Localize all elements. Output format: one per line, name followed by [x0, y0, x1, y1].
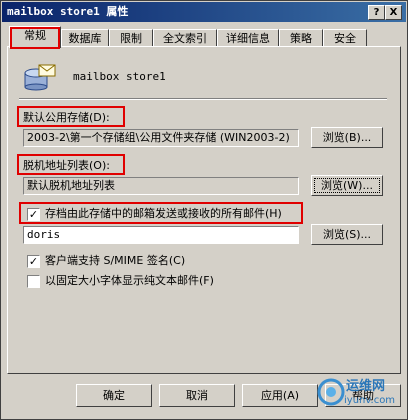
highlight-public-store [17, 106, 125, 127]
help-title-button[interactable]: ? [368, 5, 385, 20]
watermark: 运维网 iyunv.com [316, 369, 404, 415]
apply-button[interactable]: 应用(A) [242, 384, 318, 407]
highlight-tab-general [10, 27, 60, 49]
watermark-url: iyunv.com [344, 395, 396, 406]
smime-label[interactable]: 客户端支持 S/MIME 签名(C) [45, 254, 185, 268]
watermark-text: 运维网 [346, 379, 386, 394]
title-bar[interactable]: mailbox store1 属性 ? X [2, 2, 406, 22]
cancel-button[interactable]: 取消 [159, 384, 235, 407]
tab-limits[interactable]: 限制 [109, 29, 153, 47]
tab-policies[interactable]: 策略 [279, 29, 323, 47]
watermark-logo-icon [317, 378, 345, 406]
properties-dialog: mailbox store1 属性 ? X 常规 数据库 限制 全文索引 详细信… [0, 0, 408, 420]
smime-checkbox[interactable]: ✓ [27, 255, 40, 268]
tab-database[interactable]: 数据库 [61, 29, 109, 47]
browse-public-store-button[interactable]: 浏览(B)... [311, 127, 383, 148]
mailbox-store-icon [24, 64, 56, 91]
default-public-store-field: 2003-2\第一个存储组\公用文件夹存储 (WIN2003-2) [23, 129, 299, 147]
store-name: mailbox store1 [73, 70, 166, 83]
tab-details[interactable]: 详细信息 [217, 29, 279, 47]
browse-archive-target-button[interactable]: 浏览(S)... [311, 224, 383, 245]
window-title: mailbox store1 属性 [7, 5, 129, 18]
offline-address-list-field: 默认脱机地址列表 [23, 177, 299, 195]
browse-offline-address-list-button[interactable]: 浏览(W)... [311, 175, 383, 196]
separator-top [19, 98, 387, 100]
fixed-font-label[interactable]: 以固定大小字体显示纯文本邮件(F) [45, 274, 214, 288]
highlight-offline-address-list [17, 154, 125, 175]
tab-fulltext-index[interactable]: 全文索引 [153, 29, 217, 47]
close-button[interactable]: X [385, 5, 402, 20]
archive-target-field[interactable]: doris [23, 226, 299, 244]
highlight-archive [19, 202, 303, 224]
tab-security[interactable]: 安全 [323, 29, 367, 47]
smime-checkmark-icon: ✓ [28, 255, 39, 268]
fixed-font-checkbox[interactable] [27, 275, 40, 288]
ok-button[interactable]: 确定 [76, 384, 152, 407]
